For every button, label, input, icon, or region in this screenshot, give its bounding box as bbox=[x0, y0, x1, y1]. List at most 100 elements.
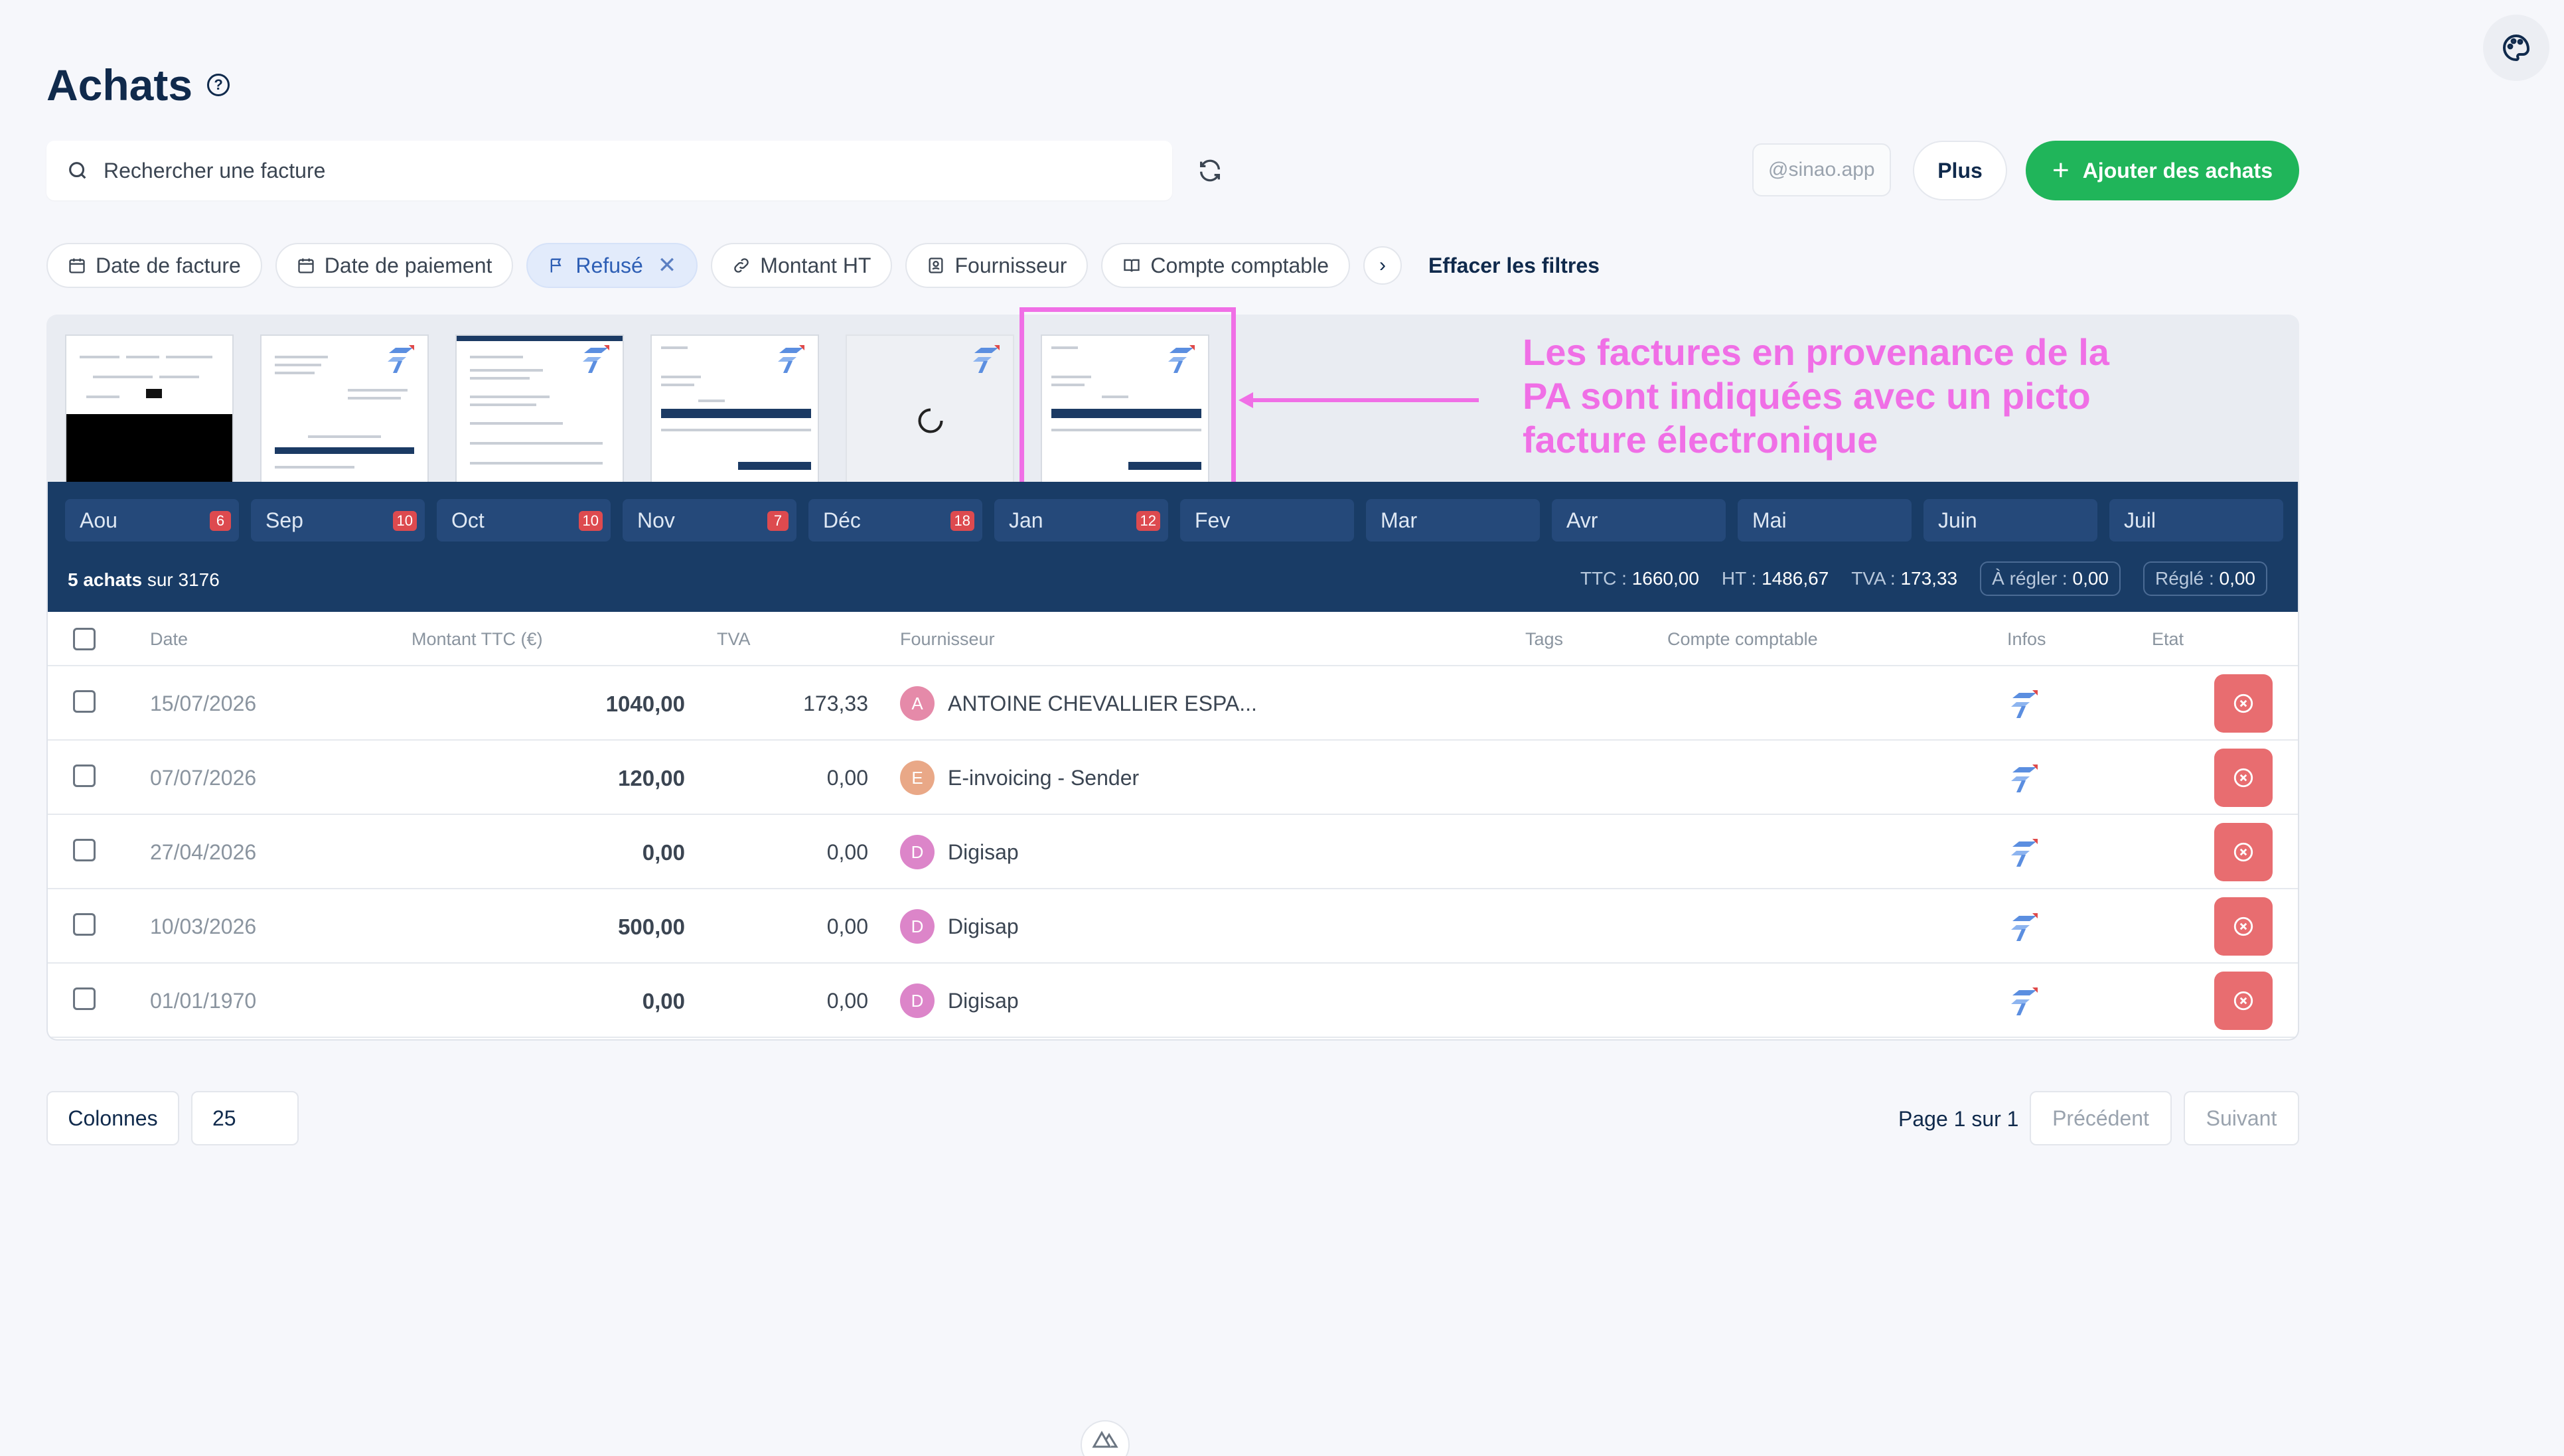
row-supplier[interactable]: E-invoicing - Sender bbox=[948, 766, 1139, 790]
row-checkbox[interactable] bbox=[73, 690, 96, 713]
filter-payment-date[interactable]: Date de paiement bbox=[275, 243, 514, 288]
calendar-icon bbox=[69, 258, 85, 273]
row-date: 15/07/2026 bbox=[150, 692, 257, 715]
month-filter-bar: Aou 6 Sep 10 Oct 10 Nov 7 Déc 18 Jan 12 Fev Ma… bbox=[48, 482, 2298, 612]
table-row[interactable]: 27/04/2026 0,00 0,00 D Digisap bbox=[48, 815, 2298, 889]
refresh-button[interactable] bbox=[1195, 155, 1225, 186]
column-tva[interactable]: TVA bbox=[717, 629, 751, 650]
row-checkbox[interactable] bbox=[73, 839, 96, 861]
row-tva: 173,33 bbox=[803, 692, 868, 715]
supplier-avatar: D bbox=[900, 983, 935, 1018]
column-tags[interactable]: Tags bbox=[1525, 629, 1563, 650]
month-tab[interactable]: Mar bbox=[1366, 499, 1540, 542]
invoice-thumbnail-loading[interactable] bbox=[846, 334, 1014, 482]
page-size-select[interactable]: 25 bbox=[191, 1091, 299, 1145]
column-date[interactable]: Date bbox=[150, 629, 188, 650]
e-invoice-icon bbox=[388, 345, 414, 373]
table-row[interactable]: 10/03/2026 500,00 0,00 D Digisap bbox=[48, 889, 2298, 964]
month-count-badge: 18 bbox=[950, 511, 974, 531]
table-row[interactable]: 07/07/2026 120,00 0,00 E E-invoicing - Sende… bbox=[48, 741, 2298, 815]
month-tab[interactable]: Mai bbox=[1738, 499, 1912, 542]
next-button[interactable]: Suivant bbox=[2184, 1091, 2299, 1145]
month-tab[interactable]: Avr bbox=[1552, 499, 1726, 542]
row-checkbox[interactable] bbox=[73, 987, 96, 1010]
invoice-thumbnail[interactable] bbox=[650, 334, 819, 482]
supplier-avatar: D bbox=[900, 909, 935, 944]
month-count-badge: 12 bbox=[1136, 511, 1160, 531]
e-invoice-icon bbox=[973, 345, 1000, 373]
row-tva: 0,00 bbox=[826, 840, 868, 864]
email-address[interactable]: @sinao.app bbox=[1752, 143, 1891, 196]
clear-filters-link[interactable]: Effacer les filtres bbox=[1428, 254, 1600, 278]
filter-account[interactable]: Compte comptable bbox=[1101, 243, 1350, 288]
select-all-checkbox[interactable] bbox=[73, 628, 96, 650]
refused-status-button[interactable] bbox=[2214, 749, 2273, 807]
column-supplier[interactable]: Fournisseur bbox=[900, 629, 995, 650]
row-supplier[interactable]: Digisap bbox=[948, 989, 1019, 1013]
search-icon bbox=[69, 162, 86, 179]
month-tab[interactable]: Oct 10 bbox=[437, 499, 611, 542]
more-button[interactable]: Plus bbox=[1913, 141, 2007, 200]
page-title: Achats bbox=[46, 60, 193, 109]
row-checkbox[interactable] bbox=[73, 913, 96, 936]
month-tab[interactable]: Déc 18 bbox=[808, 499, 982, 542]
search-input[interactable] bbox=[104, 158, 1099, 183]
column-status[interactable]: Etat bbox=[2152, 629, 2184, 650]
devtools-button[interactable] bbox=[1081, 1420, 1130, 1456]
month-tab[interactable]: Juin bbox=[1923, 499, 2097, 542]
filter-amount-ht[interactable]: Montant HT bbox=[711, 243, 893, 288]
supplier-avatar: A bbox=[900, 686, 935, 721]
remove-filter-icon[interactable]: ✕ bbox=[658, 252, 677, 279]
month-tab[interactable]: Fev bbox=[1180, 499, 1354, 542]
total-ht: 1486,67 bbox=[1762, 568, 1829, 589]
invoice-thumbnail[interactable] bbox=[65, 334, 234, 482]
month-tab[interactable]: Sep 10 bbox=[251, 499, 425, 542]
month-tab[interactable]: Jan 12 bbox=[994, 499, 1168, 542]
invoice-thumbnail[interactable] bbox=[455, 334, 624, 482]
e-invoice-icon bbox=[778, 345, 804, 373]
link-icon bbox=[734, 258, 749, 273]
row-amount-ttc: 500,00 bbox=[618, 914, 685, 939]
to-pay-pill: À régler : 0,00 bbox=[1980, 561, 2121, 596]
supplier-avatar: E bbox=[900, 761, 935, 795]
filter-supplier[interactable]: Fournisseur bbox=[905, 243, 1089, 288]
column-amount-ttc[interactable]: Montant TTC (€) bbox=[412, 629, 543, 650]
chevron-right-icon[interactable]: › bbox=[1363, 246, 1402, 285]
table-row[interactable]: 15/07/2026 1040,00 173,33 A ANTOINE CHEVALLI… bbox=[48, 666, 2298, 741]
month-tab[interactable]: Juil bbox=[2109, 499, 2283, 542]
row-tva: 0,00 bbox=[826, 914, 868, 938]
add-purchases-button[interactable]: + Ajouter des achats bbox=[2026, 141, 2299, 200]
column-account[interactable]: Compte comptable bbox=[1667, 629, 1818, 650]
month-count-badge: 7 bbox=[767, 511, 789, 531]
row-supplier[interactable]: Digisap bbox=[948, 840, 1019, 865]
refused-status-button[interactable] bbox=[2214, 972, 2273, 1030]
e-invoice-icon bbox=[2011, 690, 2038, 718]
x-circle-icon bbox=[2233, 693, 2253, 713]
refused-status-button[interactable] bbox=[2214, 897, 2273, 956]
help-icon[interactable]: ? bbox=[207, 74, 230, 96]
palette-button[interactable] bbox=[2483, 15, 2549, 81]
result-count: 5 achats sur 3176 bbox=[68, 569, 220, 590]
e-invoice-icon bbox=[2011, 987, 2038, 1015]
e-invoice-icon bbox=[2011, 764, 2038, 792]
row-checkbox[interactable] bbox=[73, 764, 96, 787]
page-title-row: Achats ? bbox=[46, 60, 230, 110]
x-circle-icon bbox=[2233, 842, 2253, 862]
row-date: 10/03/2026 bbox=[150, 914, 257, 938]
previous-button[interactable]: Précédent bbox=[2030, 1091, 2172, 1145]
month-tab[interactable]: Aou 6 bbox=[65, 499, 239, 542]
month-tab[interactable]: Nov 7 bbox=[623, 499, 796, 542]
month-count-badge: 10 bbox=[392, 511, 417, 531]
refused-status-button[interactable] bbox=[2214, 674, 2273, 733]
row-supplier[interactable]: Digisap bbox=[948, 914, 1019, 939]
refused-status-button[interactable] bbox=[2214, 823, 2273, 881]
invoice-thumbnail[interactable] bbox=[260, 334, 429, 482]
row-supplier[interactable]: ANTOINE CHEVALLIER ESPA... bbox=[948, 692, 1257, 716]
row-tva: 0,00 bbox=[826, 989, 868, 1013]
filter-invoice-date[interactable]: Date de facture bbox=[46, 243, 262, 288]
filter-status-refused[interactable]: Refusé ✕ bbox=[526, 243, 698, 288]
x-circle-icon bbox=[2233, 768, 2253, 788]
columns-button[interactable]: Colonnes bbox=[46, 1091, 179, 1145]
search-bar[interactable] bbox=[46, 141, 1172, 200]
table-row[interactable]: 01/01/1970 0,00 0,00 D Digisap bbox=[48, 964, 2298, 1038]
